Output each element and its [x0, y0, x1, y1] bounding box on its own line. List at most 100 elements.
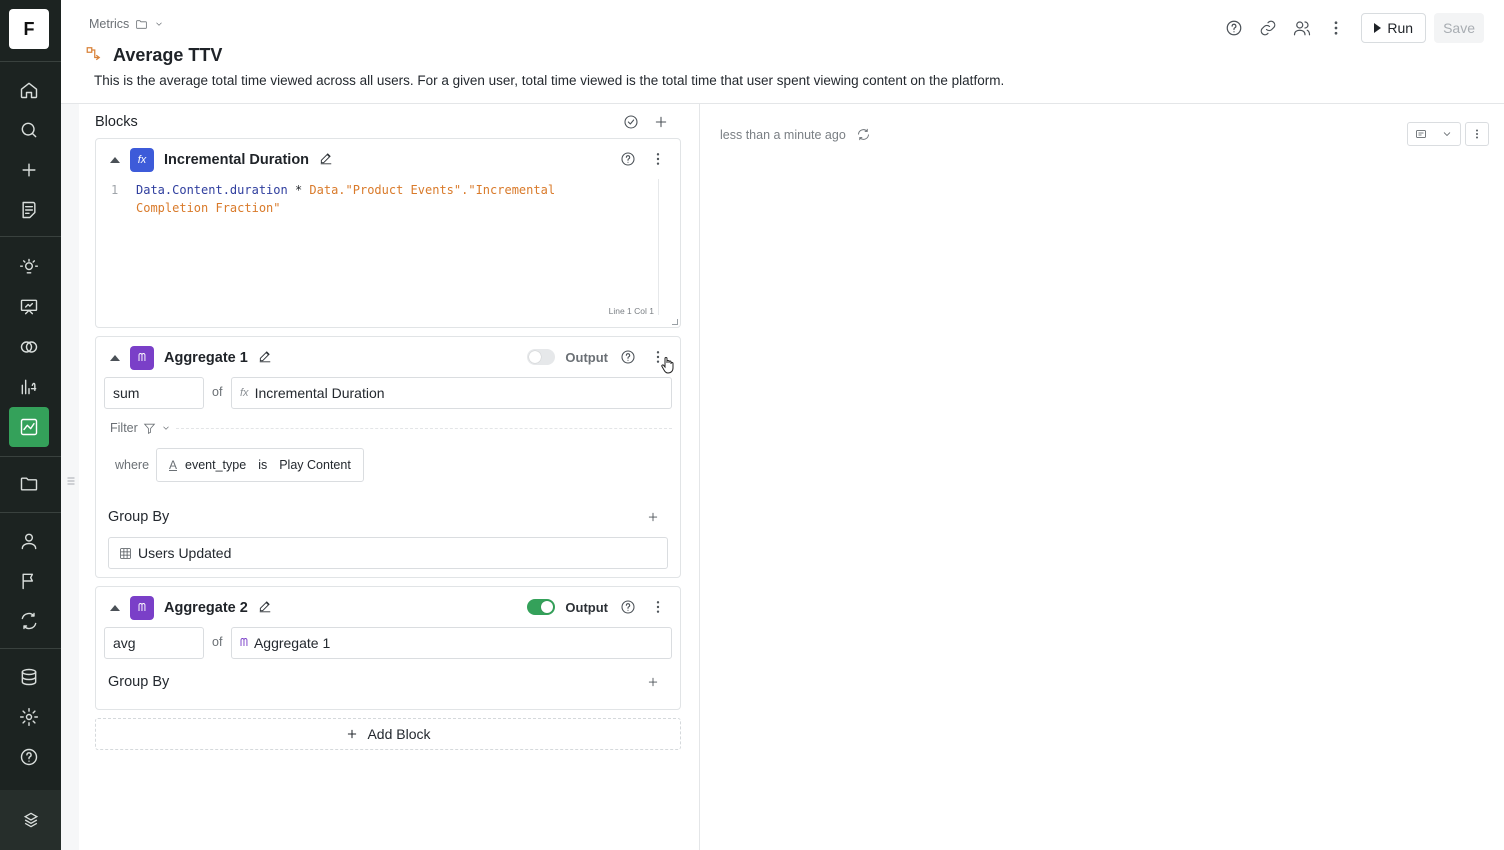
sidebar-item-data[interactable]	[9, 657, 49, 697]
sidebar-item-settings[interactable]	[9, 697, 49, 737]
collapse-caret-icon[interactable]	[110, 157, 120, 163]
formula-icon	[21, 379, 37, 395]
aggregation-source-select[interactable]: ᗰ Aggregate 1	[231, 627, 672, 659]
help-icon	[621, 600, 635, 614]
sidebar-item-users[interactable]	[9, 521, 49, 561]
filter-divider	[176, 428, 672, 429]
add-block-icon-button[interactable]	[651, 112, 671, 132]
more-vertical-icon	[1476, 129, 1478, 139]
visualization-type-select[interactable]	[1407, 122, 1461, 146]
validate-button[interactable]	[621, 112, 641, 132]
sidebar-item-search[interactable]	[9, 110, 49, 150]
cursor-position: Line 1 Col 1	[608, 306, 654, 316]
group-by-label: Group By	[108, 509, 170, 525]
aggregation-function-select[interactable]: sum	[104, 377, 204, 409]
sidebar-item-flags[interactable]	[9, 561, 49, 601]
users-icon	[1294, 21, 1311, 36]
block-title[interactable]: Aggregate 1	[164, 350, 248, 366]
aggregation-function-select[interactable]: avg	[104, 627, 204, 659]
sidebar-divider	[0, 61, 61, 62]
sidebar-collapse[interactable]	[0, 790, 61, 850]
edit-title-icon[interactable]	[319, 151, 333, 170]
page-header: Metrics Average TTV This is the average …	[61, 0, 1504, 104]
sidebar-item-experiments[interactable]	[9, 601, 49, 641]
sidebar-item-new[interactable]	[9, 150, 49, 190]
sidebar-item-folders[interactable]	[9, 464, 49, 504]
metric-description[interactable]: This is the average total time viewed ac…	[94, 73, 1004, 88]
sidebar-divider	[0, 456, 61, 457]
flag-icon	[22, 573, 34, 590]
play-icon	[1374, 23, 1382, 33]
block-help-button[interactable]	[618, 149, 638, 169]
edit-title-icon[interactable]	[258, 599, 272, 618]
sidebar-item-insights[interactable]	[9, 247, 49, 287]
output-toggle[interactable]	[527, 349, 556, 365]
source-value: Aggregate 1	[253, 635, 331, 651]
plus-icon	[655, 116, 667, 128]
sidebar-item-notebooks[interactable]	[9, 190, 49, 230]
link-icon	[1261, 20, 1276, 36]
add-group-by-button[interactable]	[646, 510, 662, 526]
more-options-button[interactable]	[1321, 13, 1351, 43]
result-panel: less than a minute ago	[701, 104, 1504, 850]
condition-operator: is	[258, 458, 268, 472]
aggregation-source-select[interactable]: fx Incremental Duration	[231, 377, 672, 409]
collapse-caret-icon[interactable]	[110, 605, 120, 611]
formula-editor[interactable]: 1 Data.Content.duration * Data."Product E…	[111, 181, 555, 217]
filter-condition[interactable]: A event_type is Play Content	[156, 448, 364, 482]
sidebar-item-formulas[interactable]	[9, 367, 49, 407]
block-menu-button[interactable]	[648, 597, 668, 617]
sidebar-item-home[interactable]	[9, 70, 49, 110]
app-logo[interactable]: F	[9, 9, 49, 49]
page-title[interactable]: Average TTV	[113, 45, 222, 66]
editor-scrollbar[interactable]	[658, 179, 659, 315]
sidebar-item-help[interactable]	[9, 737, 49, 777]
help-button[interactable]	[1219, 13, 1249, 43]
collapse-caret-icon[interactable]	[110, 355, 120, 361]
title-row: Average TTV	[85, 44, 222, 67]
add-block-button[interactable]: Add Block	[95, 718, 681, 750]
breadcrumb[interactable]: Metrics	[89, 17, 164, 31]
more-vertical-icon	[656, 153, 660, 165]
share-button[interactable]	[1287, 13, 1317, 43]
plus-icon	[648, 512, 658, 522]
visualization-menu-button[interactable]	[1465, 122, 1489, 146]
filter-toggle[interactable]: Filter	[110, 421, 171, 435]
copy-link-button[interactable]	[1253, 13, 1283, 43]
sidebar-item-segments[interactable]	[9, 327, 49, 367]
output-toggle[interactable]	[527, 599, 556, 615]
sidebar-item-presentations[interactable]	[9, 287, 49, 327]
condition-value: Play Content	[279, 458, 351, 472]
edit-title-icon[interactable]	[258, 349, 272, 368]
save-button[interactable]: Save	[1434, 13, 1484, 43]
more-vertical-icon	[656, 601, 660, 613]
block-menu-button[interactable]	[648, 149, 668, 169]
folder-icon	[136, 19, 148, 29]
block-title[interactable]: Incremental Duration	[164, 152, 309, 168]
block-help-button[interactable]	[618, 597, 638, 617]
add-block-label: Add Block	[367, 726, 431, 742]
block-header: fx Incremental Duration	[110, 148, 333, 172]
blocks-panel: Blocks fx Incremental Duration 1 Data.Co…	[79, 104, 700, 850]
output-label: Output	[565, 349, 608, 365]
refresh-icon[interactable]	[856, 127, 871, 142]
group-by-field[interactable]: Users Updated	[108, 537, 668, 569]
segments-icon	[20, 341, 38, 353]
add-group-by-button[interactable]	[646, 675, 662, 691]
run-button[interactable]: Run	[1361, 13, 1427, 43]
plus-icon	[348, 729, 357, 739]
plus-icon	[648, 677, 658, 687]
sidebar-item-metrics[interactable]	[9, 407, 49, 447]
resize-handle[interactable]	[672, 319, 678, 325]
notebook-icon	[22, 201, 36, 219]
block-header: ᗰ Aggregate 1	[110, 346, 272, 370]
block-help-button[interactable]	[618, 347, 638, 367]
breadcrumb-metrics[interactable]: Metrics	[89, 17, 129, 31]
text-column-icon: A	[169, 458, 178, 472]
code-string-continued: Completion Fraction"	[136, 201, 281, 215]
sidebar-divider	[0, 648, 61, 649]
block-title[interactable]: Aggregate 2	[164, 600, 248, 616]
of-label: of	[212, 385, 223, 399]
last-updated: less than a minute ago	[720, 127, 871, 142]
outline-toggle[interactable]	[64, 474, 76, 486]
